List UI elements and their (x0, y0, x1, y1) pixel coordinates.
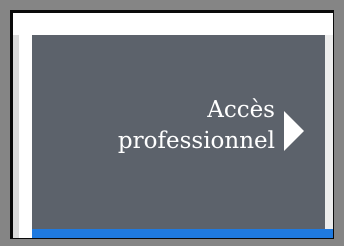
right-strip (325, 35, 333, 238)
chevron-right-icon[interactable] (284, 111, 304, 151)
pro-access-tile[interactable]: Accès professionnel (13, 13, 333, 238)
accent-bar (32, 229, 333, 238)
tile-label-line2: professionnel (117, 128, 275, 154)
tile-label[interactable]: Accès professionnel (118, 95, 275, 157)
tile-label-line1: Accès (207, 97, 275, 123)
frame-background: Accès professionnel (0, 0, 344, 246)
left-inner-strip (13, 35, 19, 238)
top-strip (13, 13, 333, 35)
